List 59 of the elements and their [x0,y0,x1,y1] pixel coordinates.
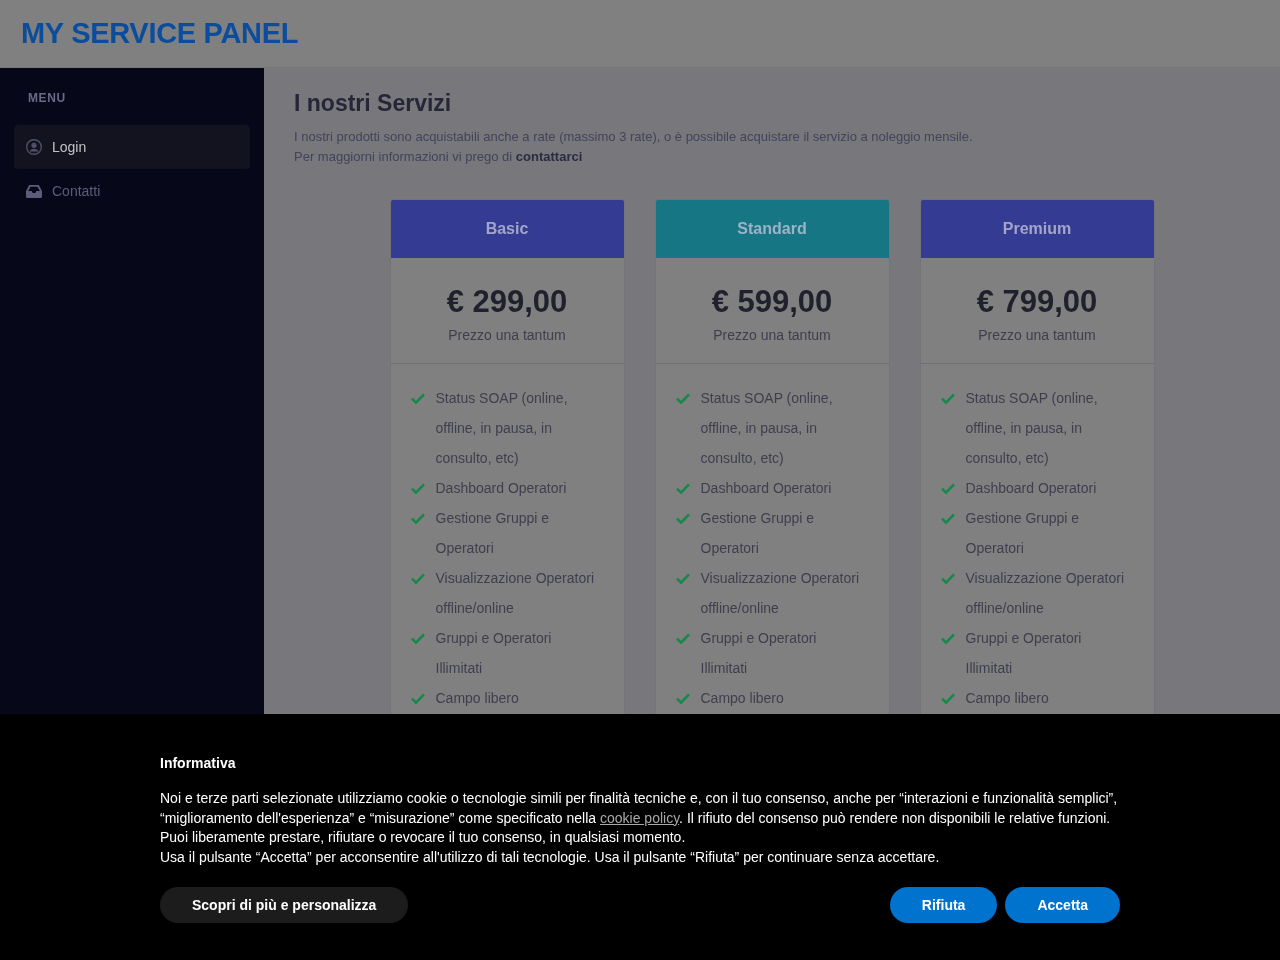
check-icon [675,693,690,704]
feature-text: Gestione Gruppi e Operatori [435,509,551,558]
banner-title: Informativa [160,754,237,772]
check-icon [675,633,690,644]
primary-button[interactable]: Rifiuta [889,887,998,923]
page-title: I nostri Servizi [294,90,453,117]
plan-price: € 799,00 [976,282,1098,321]
check-icon [940,573,955,584]
feature-text: Visualizzazione Operatori offline/online [435,569,595,618]
sidebar-item-label: Login [52,139,87,155]
check-icon [675,393,690,404]
check-icon [410,693,425,704]
feature-text: Gestione Gruppi e Operatori [700,509,816,558]
feature-text: Visualizzazione Operatori offline/online [965,569,1125,618]
menu-heading: MENU [27,91,67,105]
feature-text: Dashboard Operatori [965,479,1097,498]
check-icon [410,393,425,404]
price-note: Prezzo una tantum [713,326,831,343]
check-icon [940,693,955,704]
check-icon [410,513,425,524]
check-icon [940,393,955,404]
feature-text: Campo libero [965,689,1049,708]
banner-text: Usa il pulsante “Accetta” per acconsentire all'utilizzo di tali tecnologie. Usa il pulsante “Rifiuta” per continuare senza accettare. [160,847,941,867]
feature-text: Campo libero [700,689,784,708]
sidebar-item-label: Contatti [52,183,101,199]
sidebar-item[interactable]: Login [14,125,250,169]
check-icon [675,483,690,494]
check-icon [940,513,955,524]
feature-text: Dashboard Operatori [700,479,832,498]
secondary-button[interactable]: Scopri di più e personalizza [160,887,409,923]
price-note: Prezzo una tantum [978,326,1096,343]
feature-text: Visualizzazione Operatori offline/online [700,569,860,618]
feature-text: Gestione Gruppi e Operatori [965,509,1081,558]
inbox-tray-icon [26,183,42,199]
sidebar-item[interactable]: Contatti [14,169,250,213]
feature-text: Gruppi e Operatori Illimitati [700,629,818,678]
feature-text: Campo libero [435,689,519,708]
check-icon [675,513,690,524]
plan-header: Basic [390,200,624,258]
feature-text: Dashboard Operatori [435,479,567,498]
feature-text: Status SOAP (online, offline, in pausa, in consulto, etc) [435,389,569,468]
check-icon [410,573,425,584]
user-circle-icon [26,139,42,155]
feature-text: Status SOAP (online, offline, in pausa, in consulto, etc) [700,389,834,468]
banner-text: Noi e terze parti selezionate utilizziamo cookie o tecnologie simili per finalità tecniche e, con il tuo consenso, anche per “interazioni e funzionalità semplici”, “miglioramento dell'esperienza” e “misurazione” come specificato nella cookie policy. Il rifiuto del consenso può rendere non disponibili le relative funzioni. Puoi liberamente prestare, rifiutare o revocare il tuo consenso, in qualsiasi momento. [160,789,1119,847]
check-icon [940,633,955,644]
check-icon [675,573,690,584]
price-note: Prezzo una tantum [448,326,566,343]
check-icon [940,483,955,494]
feature-text: Status SOAP (online, offline, in pausa, in consulto, etc) [965,389,1099,468]
plan-price: € 299,00 [446,282,568,321]
plan-header: Standard [655,200,889,258]
feature-text: Gruppi e Operatori Illimitati [435,629,553,678]
feature-text: Gruppi e Operatori Illimitati [965,629,1083,678]
plan-header: Premium [920,200,1154,258]
check-icon [410,483,425,494]
check-icon [410,633,425,644]
primary-button[interactable]: Accetta [1005,887,1120,923]
plan-price: € 599,00 [711,282,833,321]
